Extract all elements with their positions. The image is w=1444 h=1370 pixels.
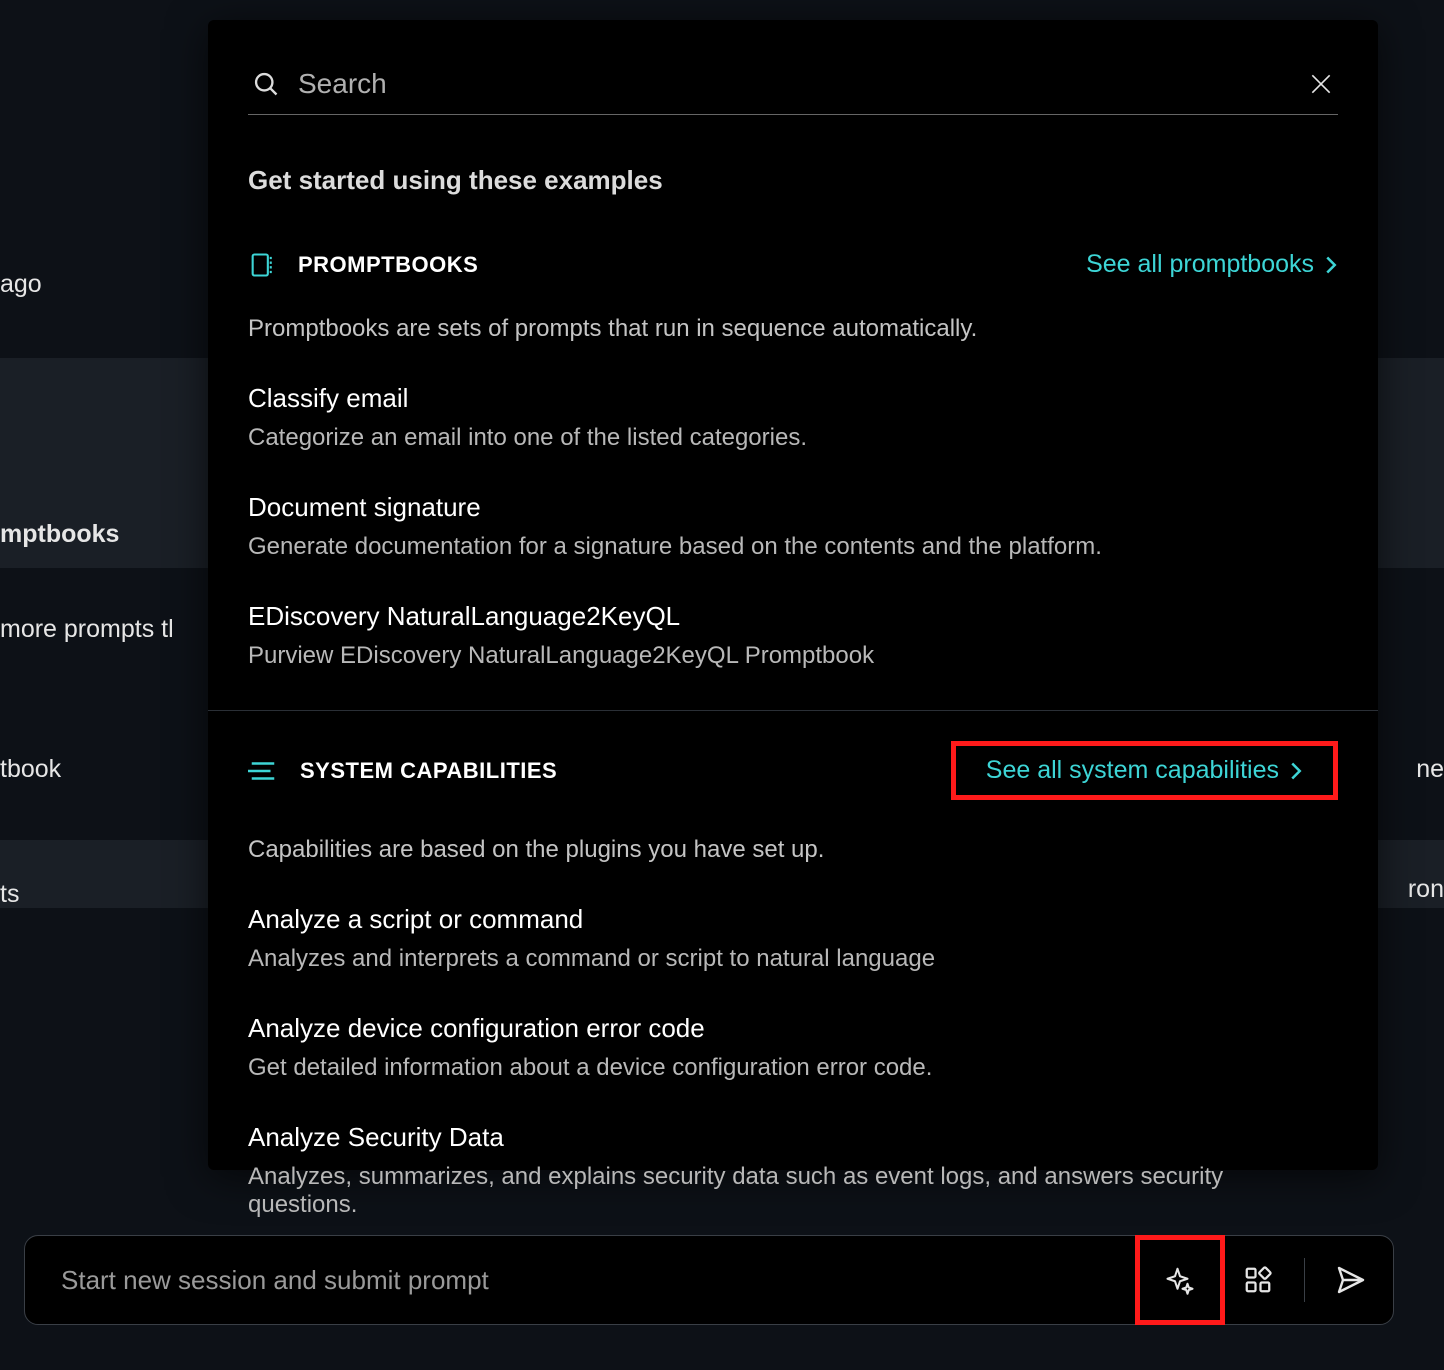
promptbook-item-title: Document signature <box>248 492 1338 523</box>
prompt-bar <box>24 1235 1394 1325</box>
capabilities-title: SYSTEM CAPABILITIES <box>300 758 557 784</box>
send-button[interactable] <box>1327 1256 1375 1304</box>
promptbook-item-desc: Categorize an email into one of the list… <box>248 424 1338 452</box>
promptbook-item-desc: Purview EDiscovery NaturalLanguage2KeyQL… <box>248 642 1338 670</box>
promptbook-item[interactable]: EDiscovery NaturalLanguage2KeyQL Purview… <box>248 601 1338 670</box>
prompts-popup: Get started using these examples PROMPTB… <box>208 20 1378 1170</box>
sparkle-icon <box>1165 1265 1195 1295</box>
promptbook-item[interactable]: Document signature Generate documentatio… <box>248 492 1338 561</box>
bg-text-tbook: tbook <box>0 755 61 784</box>
bg-text-ts: ts <box>0 880 19 909</box>
capability-item-title: Analyze device configuration error code <box>248 1013 1338 1044</box>
apps-button[interactable] <box>1234 1256 1282 1304</box>
bg-text-ago: ago <box>0 270 42 299</box>
promptbook-item-title: EDiscovery NaturalLanguage2KeyQL <box>248 601 1338 632</box>
prompt-input[interactable] <box>61 1265 1126 1296</box>
see-all-capabilities-link[interactable]: See all system capabilities <box>951 741 1338 800</box>
see-all-capabilities-label: See all system capabilities <box>986 756 1279 785</box>
capability-item-title: Analyze Security Data <box>248 1122 1338 1153</box>
promptbooks-title: PROMPTBOOKS <box>298 252 478 278</box>
apps-icon <box>1243 1265 1273 1295</box>
bg-text-right2: ron <box>1408 875 1444 904</box>
bg-text-right1: ne <box>1416 755 1444 784</box>
promptbooks-header: PROMPTBOOKS See all promptbooks <box>248 250 1338 279</box>
capability-item-desc: Analyzes, summarizes, and explains secur… <box>248 1163 1338 1219</box>
promptbook-item-title: Classify email <box>248 383 1338 414</box>
send-icon <box>1335 1264 1367 1296</box>
capabilities-header: SYSTEM CAPABILITIES See all system capab… <box>248 741 1338 800</box>
capability-item-title: Analyze a script or command <box>248 904 1338 935</box>
sparkle-button[interactable] <box>1140 1240 1220 1320</box>
capability-item-desc: Analyzes and interprets a command or scr… <box>248 945 1338 973</box>
promptbooks-description: Promptbooks are sets of prompts that run… <box>248 315 1338 343</box>
promptbook-item[interactable]: Classify email Categorize an email into … <box>248 383 1338 452</box>
see-all-promptbooks-label: See all promptbooks <box>1086 250 1314 279</box>
capability-item[interactable]: Analyze a script or command Analyzes and… <box>248 904 1338 973</box>
bg-text-more-prompts: more prompts tl <box>0 615 174 644</box>
chevron-right-icon <box>1289 761 1303 781</box>
vertical-divider <box>1304 1258 1305 1302</box>
see-all-promptbooks-link[interactable]: See all promptbooks <box>1086 250 1338 279</box>
bg-text-mptbooks: mptbooks <box>0 520 119 549</box>
search-input[interactable] <box>298 68 1290 100</box>
promptbook-item-desc: Generate documentation for a signature b… <box>248 533 1338 561</box>
promptbook-icon <box>248 251 276 279</box>
capabilities-description: Capabilities are based on the plugins yo… <box>248 836 1338 864</box>
section-divider <box>208 710 1378 711</box>
search-icon <box>252 70 280 98</box>
capability-item[interactable]: Analyze device configuration error code … <box>248 1013 1338 1082</box>
capability-item-desc: Get detailed information about a device … <box>248 1054 1338 1082</box>
capability-item[interactable]: Analyze Security Data Analyzes, summariz… <box>248 1122 1338 1219</box>
chevron-right-icon <box>1324 255 1338 275</box>
close-icon <box>1308 71 1334 97</box>
capabilities-icon <box>248 758 278 784</box>
search-row <box>248 60 1338 115</box>
intro-subtitle: Get started using these examples <box>248 165 1338 196</box>
close-button[interactable] <box>1308 71 1334 97</box>
